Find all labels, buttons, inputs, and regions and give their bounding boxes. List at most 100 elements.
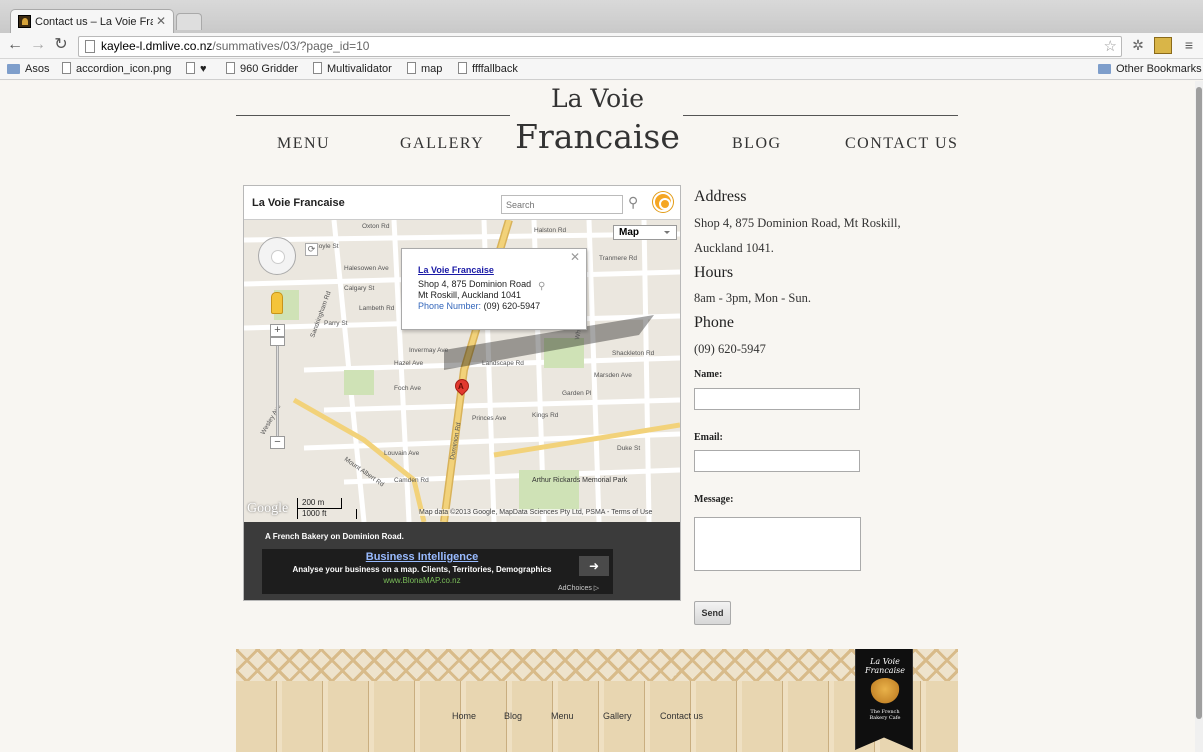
wheat-icon	[869, 678, 901, 706]
map-search-input[interactable]	[501, 195, 623, 214]
rotate-icon[interactable]: ⟳	[305, 243, 318, 256]
ad-headline[interactable]: Business Intelligence	[262, 551, 582, 563]
footer-link-gallery[interactable]: Gallery	[603, 711, 632, 721]
info-place-name[interactable]: La Voie Francaise	[418, 265, 586, 276]
street-label: Oxton Rd	[362, 223, 390, 230]
bookmark-accordion[interactable]: accordion_icon.png	[62, 62, 171, 76]
bookmark-asos[interactable]: Asos	[7, 62, 49, 76]
map-header: La Voie Francaise ⚲	[244, 186, 680, 220]
street-label: Halston Rd	[534, 227, 567, 234]
map-embed[interactable]: La Voie Francaise ⚲ Oxton Rd Halston Rd …	[243, 185, 681, 601]
footer-link-blog[interactable]: Blog	[504, 711, 522, 721]
logo-line2[interactable]: Francaise	[510, 117, 685, 156]
nav-blog[interactable]: BLOG	[732, 135, 782, 153]
other-bookmarks[interactable]: Other Bookmarks	[1098, 62, 1202, 76]
bookmark-960-gridder[interactable]: 960 Gridder	[226, 62, 298, 76]
info-phone-label: Phone Number:	[418, 301, 482, 311]
zoom-out-button[interactable]: −	[270, 436, 285, 449]
street-label: Invermay Ave	[409, 347, 449, 354]
extension-badge-icon[interactable]	[1154, 37, 1172, 54]
map-type-dropdown[interactable]: Map	[613, 225, 677, 240]
street-label: Lambeth Rd	[359, 305, 395, 312]
google-logo[interactable]: Google	[247, 501, 288, 517]
page-icon	[313, 62, 322, 74]
tab-close-icon[interactable]: ✕	[156, 14, 166, 28]
zoom-slider-track[interactable]	[276, 338, 279, 442]
email-field[interactable]	[694, 450, 860, 472]
address-heading: Address	[694, 188, 747, 205]
message-field[interactable]	[694, 517, 861, 571]
address-bar[interactable]: kaylee-l.dmlive.co.nz/summatives/03/?pag…	[78, 36, 1122, 57]
nav-contact-us[interactable]: CONTACT US	[845, 135, 958, 153]
zoom-slider-handle[interactable]	[270, 337, 285, 346]
page-scrollbar[interactable]	[1195, 81, 1203, 752]
folder-icon	[1098, 64, 1111, 74]
bookmark-heart[interactable]: ♥	[186, 62, 207, 76]
map-scale: 200 m 1000 ft	[297, 498, 357, 519]
logo-line1[interactable]: La Voie	[510, 84, 685, 113]
extension-puzzle-icon[interactable]: ✲	[1129, 37, 1147, 54]
browser-tab-active[interactable]: Contact us – La Voie Franc ✕	[10, 9, 174, 33]
back-arrow-icon[interactable]: ←	[5, 35, 25, 55]
info-phone: Phone Number: (09) 620-5947	[418, 301, 586, 312]
park-label: Arthur Rickards Memorial Park	[532, 477, 628, 484]
pan-control[interactable]	[258, 237, 296, 275]
street-label: Garden Pl	[562, 390, 592, 397]
ad-choices[interactable]: AdChoices ▷	[558, 584, 599, 592]
bookmark-ffffallback[interactable]: ffffallback	[458, 62, 518, 76]
new-tab-button[interactable]	[176, 13, 202, 30]
street-label: Camden Rd	[394, 477, 429, 484]
street-view-pegman-icon[interactable]	[271, 292, 283, 314]
name-field[interactable]	[694, 388, 860, 410]
email-label: Email:	[694, 432, 723, 443]
forward-arrow-icon[interactable]: →	[28, 35, 48, 55]
search-icon[interactable]: ⚲	[628, 194, 638, 211]
folder-icon	[7, 64, 20, 74]
map-ad[interactable]: Business Intelligence Analyse your busin…	[262, 549, 613, 594]
footer-link-contact[interactable]: Contact us	[660, 711, 703, 721]
footer-badge[interactable]: La Voie Francaise The French Bakery Cafe	[855, 649, 913, 750]
street-label: Tranmere Rd	[599, 255, 637, 262]
name-label: Name:	[694, 369, 723, 380]
bookmark-multivalidator[interactable]: Multivalidator	[313, 62, 392, 76]
zoom-in-button[interactable]: +	[270, 324, 285, 337]
footer-link-home[interactable]: Home	[452, 711, 476, 721]
info-phone-value: (09) 620-5947	[483, 301, 541, 311]
page-icon	[85, 40, 95, 53]
street-label: Hazel Ave	[394, 360, 424, 367]
menu-icon[interactable]: ≡	[1180, 37, 1198, 54]
marker-label: A	[457, 381, 464, 391]
map-attribution[interactable]: Map data ©2013 Google, MapData Sciences …	[419, 509, 653, 516]
page-icon	[62, 62, 71, 74]
street-label: Parry St	[324, 320, 348, 327]
send-button[interactable]: Send	[694, 601, 731, 625]
ad-body: Analyse your business on a map. Clients,…	[292, 565, 552, 574]
page-icon	[407, 62, 416, 74]
street-label: Halesowen Ave	[344, 265, 389, 272]
info-address-line2: Mt Roskill, Auckland 1041	[418, 290, 522, 300]
maps-logo-icon[interactable]	[653, 192, 673, 212]
bookmark-map[interactable]: map	[407, 62, 442, 76]
street-label: Landscape Rd	[482, 360, 524, 367]
street-label: Marsden Ave	[594, 372, 632, 379]
footer-link-menu[interactable]: Menu	[551, 711, 574, 721]
ad-arrow-icon[interactable]: ➜	[579, 556, 609, 576]
reload-icon[interactable]: ↻	[51, 35, 71, 55]
street-label: Calgary St	[344, 285, 375, 292]
message-label: Message:	[694, 494, 734, 505]
info-address-line1: Shop 4, 875 Dominion Road	[418, 279, 532, 289]
info-close-icon[interactable]: ✕	[570, 251, 580, 263]
street-label: Shackleton Rd	[612, 350, 655, 357]
page-icon	[458, 62, 467, 74]
badge-subtitle: The French Bakery Cafe	[869, 709, 901, 721]
browser-tab-bar: Contact us – La Voie Franc ✕	[0, 0, 1203, 33]
bookmarks-bar: Asos accordion_icon.png ♥ 960 Gridder Mu…	[0, 59, 1203, 80]
search-nearby-icon[interactable]: ⚲	[538, 281, 545, 292]
nav-menu[interactable]: MENU	[277, 135, 330, 153]
hours-heading: Hours	[694, 264, 734, 281]
scrollbar-thumb[interactable]	[1196, 87, 1202, 719]
map-park	[344, 370, 374, 395]
nav-gallery[interactable]: GALLERY	[400, 135, 484, 153]
bookmark-star-icon[interactable]: ☆	[1104, 37, 1117, 56]
ad-url[interactable]: www.BlonaMAP.co.nz	[262, 576, 582, 585]
